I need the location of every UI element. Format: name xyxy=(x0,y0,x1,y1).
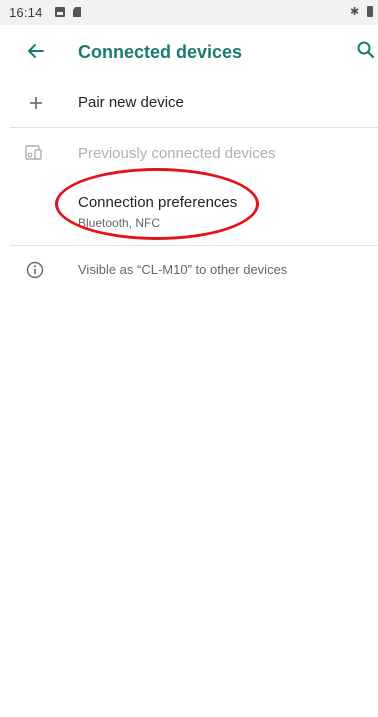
visible-as-label: Visible as “CL-M10” to other devices xyxy=(78,262,288,277)
devices-icon xyxy=(25,145,42,160)
status-bar: 16:14 ✱ xyxy=(0,0,378,25)
pair-new-device-item[interactable]: Pair new device xyxy=(0,81,378,127)
visible-as-info-item: Visible as “CL-M10” to other devices xyxy=(0,246,378,294)
app-bar: Connected devices xyxy=(0,25,378,81)
highlight-annotation xyxy=(55,168,259,240)
bluetooth-icon: ✱ xyxy=(350,6,360,18)
plus-icon xyxy=(30,97,42,109)
status-time: 16:14 xyxy=(9,5,43,20)
gallery-icon xyxy=(55,7,65,17)
search-icon[interactable] xyxy=(356,40,376,60)
previously-connected-devices-label: Previously connected devices xyxy=(78,145,276,162)
back-arrow-icon[interactable] xyxy=(26,41,46,61)
sd-card-icon xyxy=(73,7,81,17)
info-icon xyxy=(26,261,44,279)
pair-new-device-label: Pair new device xyxy=(78,94,184,111)
page-title: Connected devices xyxy=(78,42,243,62)
battery-icon xyxy=(367,6,373,17)
